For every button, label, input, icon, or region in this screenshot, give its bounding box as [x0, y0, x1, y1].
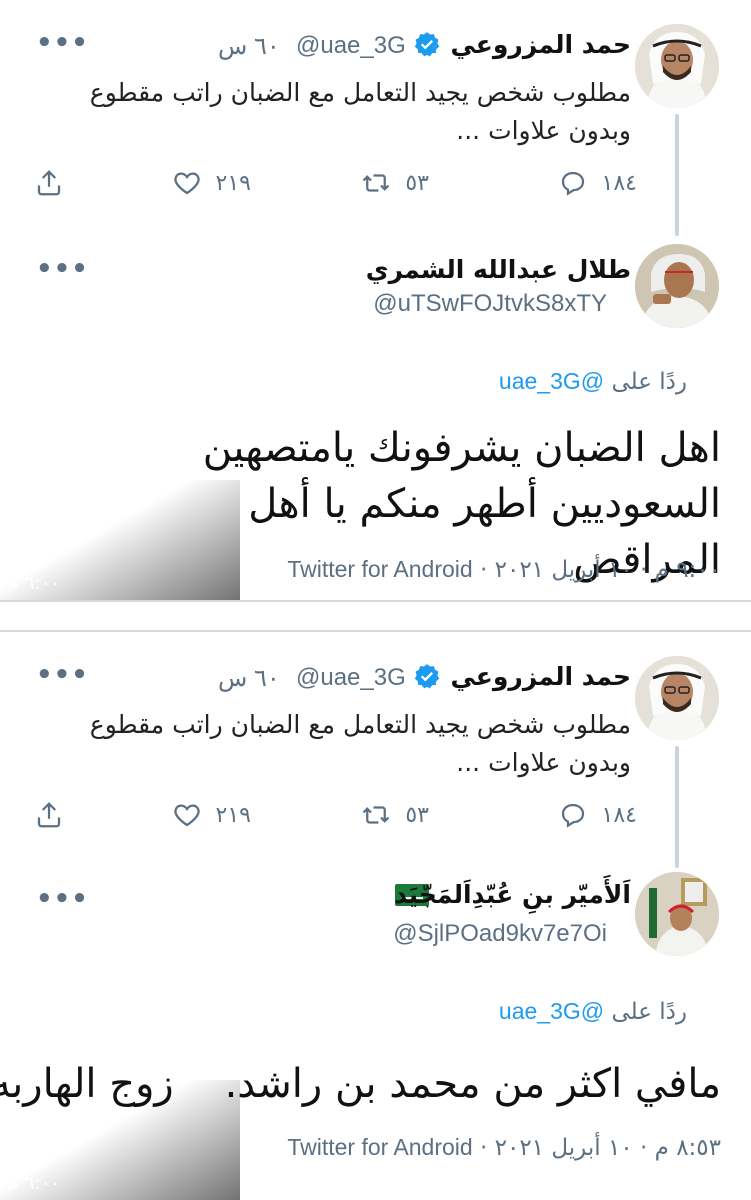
author-name[interactable]: حمد المزروعي [451, 30, 632, 59]
replying-to-link[interactable]: @uae_3G [499, 368, 604, 394]
author-name[interactable]: طلال عبدالله الشمري [366, 255, 631, 284]
replying-to-link[interactable]: @uae_3G [499, 998, 604, 1024]
replying-to: ردًا على @uae_3G [499, 368, 687, 395]
retweet-icon [363, 174, 390, 192]
reply-count: ١٨٤ [601, 170, 637, 196]
like-count: ٢١٩ [215, 802, 251, 828]
tweet-text: مطلوب شخص يجيد التعامل مع الضبان راتب مق… [89, 78, 631, 145]
tweet-time[interactable]: ٦٠ س [218, 32, 280, 61]
source-app[interactable]: Twitter for Android [287, 556, 472, 582]
reply-icon [561, 803, 584, 828]
replying-to-label: ردًا على [611, 999, 687, 1025]
retweet-icon [363, 806, 390, 824]
heart-icon [173, 172, 200, 195]
share-icon [37, 170, 61, 196]
reply-icon [561, 171, 584, 196]
tweet-screenshot-2: حمد المزروعي @uae_3G ٦٠ س ••• مطلوب شخص … [0, 632, 751, 1200]
reply-count: ١٨٤ [601, 802, 637, 828]
share-action[interactable] [34, 800, 64, 830]
verified-badge-icon [414, 664, 440, 689]
tweet-meta: ٩:٠٠ م · ١٠ أبريل ٢٠٢١ · Twitter for And… [287, 556, 721, 583]
tweet-screenshot-1: حمد المزروعي @uae_3G ٦٠ س ••• مطلوب شخص … [0, 0, 751, 600]
timestamp[interactable]: ٩:٠٠ م · ١٠ أبريل ٢٠٢١ · [480, 557, 721, 583]
like-count: ٢١٩ [215, 170, 251, 196]
tweet-meta: ٨:٥٣ م · ١٠ أبريل ٢٠٢١ · Twitter for And… [287, 1134, 721, 1161]
more-icon[interactable]: ••• [36, 884, 89, 914]
retweet-count: ٥٣ [405, 170, 429, 196]
overlay-time: ٦:٠٠ م [8, 1173, 60, 1194]
avatar[interactable] [635, 872, 719, 956]
thread-line [675, 746, 679, 868]
like-action[interactable]: ٢١٩ [172, 168, 251, 198]
share-icon [37, 802, 61, 828]
like-action[interactable]: ٢١٩ [172, 800, 251, 830]
author-handle[interactable]: @uae_3G [296, 32, 406, 60]
avatar[interactable] [635, 244, 719, 328]
author-handle[interactable]: @uae_3G [296, 664, 406, 692]
overlay-time: ٦:٠٠ م [8, 573, 60, 594]
retweet-action[interactable]: ٥٣ [361, 168, 429, 198]
more-icon[interactable]: ••• [36, 254, 89, 284]
share-action[interactable] [34, 168, 64, 198]
author-handle[interactable]: @uTSwFOJtvkS8xTY [373, 290, 607, 318]
avatar[interactable] [635, 656, 719, 740]
retweet-count: ٥٣ [405, 802, 429, 828]
more-icon[interactable]: ••• [36, 660, 89, 690]
avatar[interactable] [635, 24, 719, 108]
verified-badge-icon [414, 32, 440, 57]
retweet-action[interactable]: ٥٣ [361, 800, 429, 830]
source-app[interactable]: Twitter for Android [287, 1134, 472, 1160]
reply-action[interactable]: ١٨٤ [558, 800, 637, 830]
tweet-time[interactable]: ٦٠ س [218, 664, 280, 693]
reply-action[interactable]: ١٨٤ [558, 168, 637, 198]
author-name[interactable]: اَلأَمیّر بنِ عُبّدِاَلمَجّیَد [394, 880, 631, 909]
replying-to: ردًا على @uae_3G [499, 998, 687, 1025]
author-name[interactable]: حمد المزروعي [451, 662, 632, 691]
gap [0, 602, 751, 632]
author-handle[interactable]: @SjlPOad9kv7e7Oi [393, 920, 607, 948]
replying-to-label: ردًا على [611, 369, 687, 395]
thread-line [675, 114, 679, 236]
timestamp[interactable]: ٨:٥٣ م · ١٠ أبريل ٢٠٢١ · [480, 1135, 721, 1161]
tweet-text: مطلوب شخص يجيد التعامل مع الضبان راتب مق… [89, 710, 631, 777]
more-icon[interactable]: ••• [36, 28, 89, 58]
heart-icon [173, 804, 200, 827]
